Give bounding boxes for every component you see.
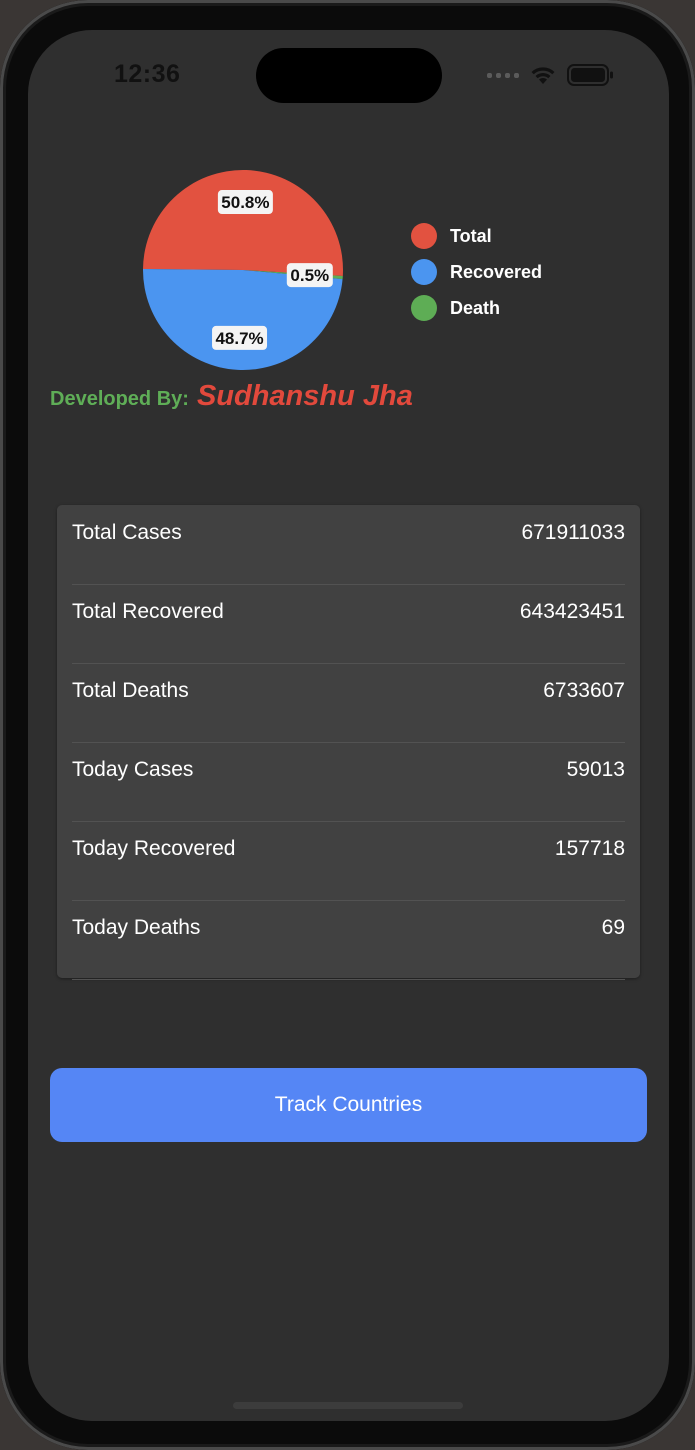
stat-row-today-cases: Today Cases 59013 <box>72 742 625 822</box>
stats-card: Total Cases 671911033 Total Recovered 64… <box>57 505 640 980</box>
pie-label-recovered: 48.7% <box>212 325 268 350</box>
developer-name: Sudhanshu Jha <box>196 380 413 412</box>
legend-label-recovered: Recovered <box>450 261 543 282</box>
legend-dot-recovered <box>411 259 437 285</box>
status-time: 12:36 <box>114 60 181 88</box>
device-frame: 12:36 50.8% 0.5% 48.7% Total Recovered D… <box>0 0 695 1450</box>
stat-label: Total Recovered <box>72 599 224 623</box>
wifi-icon <box>531 67 555 84</box>
status-icons <box>487 64 615 86</box>
stat-value: 671911033 <box>521 520 625 544</box>
chart-legend: Total Recovered Death <box>411 218 542 326</box>
stat-label: Today Recovered <box>72 836 236 860</box>
pie-label-total: 50.8% <box>217 190 273 215</box>
pie-label-death: 0.5% <box>286 263 333 288</box>
stat-value: 157718 <box>554 836 625 860</box>
legend-label-total: Total <box>450 225 492 246</box>
stat-row-total-recovered: Total Recovered 643423451 <box>72 584 625 664</box>
pie-slice-total <box>143 169 343 277</box>
signal-icon <box>487 72 519 78</box>
stat-label: Today Deaths <box>72 915 201 939</box>
battery-icon <box>567 64 613 86</box>
developer-label: Developed By: <box>50 388 189 410</box>
legend-item-recovered: Recovered <box>411 254 542 290</box>
legend-dot-total <box>411 223 437 249</box>
stat-value: 59013 <box>566 757 625 781</box>
stat-value: 6733607 <box>543 678 625 702</box>
home-indicator[interactable] <box>233 1402 463 1409</box>
legend-label-death: Death <box>450 297 501 318</box>
stat-label: Total Deaths <box>72 678 189 702</box>
app-screen: 12:36 50.8% 0.5% 48.7% Total Recovered D… <box>28 30 669 1421</box>
track-countries-button[interactable]: Track Countries <box>50 1068 647 1142</box>
stat-row-total-deaths: Total Deaths 6733607 <box>72 663 625 743</box>
pie-chart: 50.8% 0.5% 48.7% <box>143 169 343 371</box>
stat-value: 643423451 <box>519 599 625 623</box>
legend-item-total: Total <box>411 218 542 254</box>
stat-label: Total Cases <box>72 520 182 544</box>
legend-item-death: Death <box>411 290 542 326</box>
stat-label: Today Cases <box>72 757 194 781</box>
stat-row-today-deaths: Today Deaths 69 <box>72 900 625 980</box>
svg-text:48.7%: 48.7% <box>215 329 263 348</box>
svg-text:0.5%: 0.5% <box>290 266 329 285</box>
developer-credit: Developed By: Sudhanshu Jha <box>50 380 413 413</box>
svg-text:50.8%: 50.8% <box>221 193 269 212</box>
stat-row-today-recovered: Today Recovered 157718 <box>72 821 625 901</box>
stat-row-total-cases: Total Cases 671911033 <box>72 505 625 585</box>
dynamic-island <box>256 48 442 103</box>
legend-dot-death <box>411 295 437 321</box>
stat-value: 69 <box>601 915 625 939</box>
